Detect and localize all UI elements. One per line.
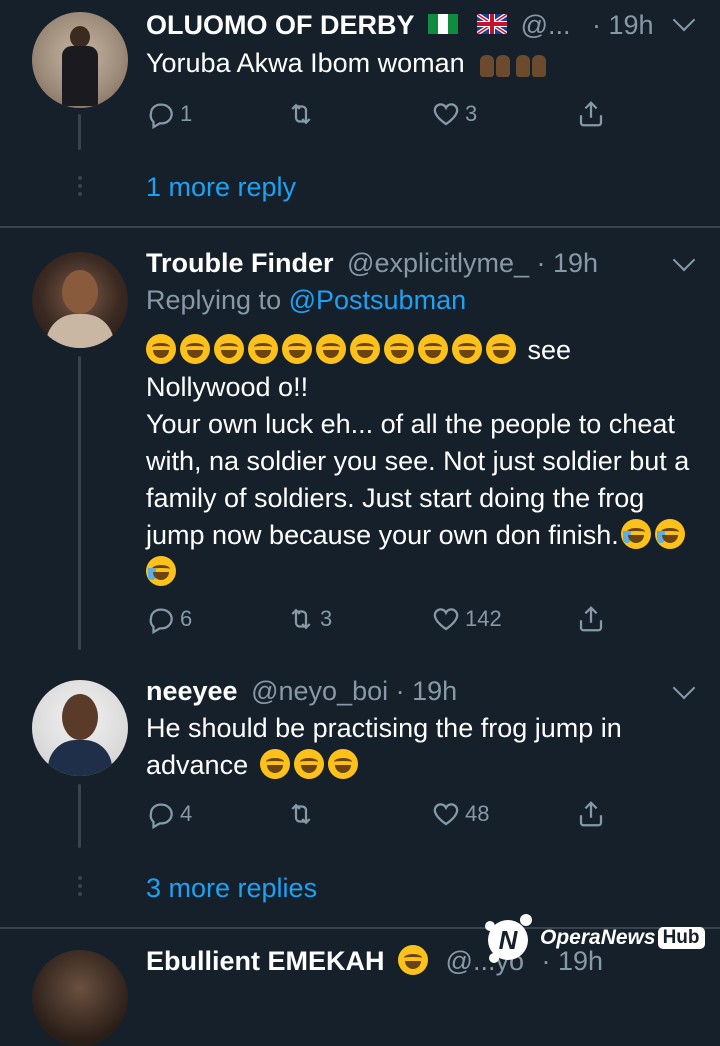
chevron-down-icon[interactable] bbox=[672, 8, 696, 32]
rofl-emoji-icon bbox=[316, 334, 346, 364]
reply-icon bbox=[149, 103, 173, 129]
share-button[interactable] bbox=[576, 601, 606, 637]
share-icon bbox=[579, 801, 603, 827]
reply-button[interactable]: 6 bbox=[146, 601, 192, 637]
rofl-emoji-icon bbox=[486, 334, 516, 364]
chevron-down-icon[interactable] bbox=[672, 248, 696, 272]
rofl-emoji-icon bbox=[146, 334, 176, 364]
like-count: 3 bbox=[465, 101, 478, 126]
share-button[interactable] bbox=[576, 96, 606, 132]
like-count: 48 bbox=[465, 801, 490, 826]
reply-count: 6 bbox=[180, 606, 193, 631]
retweet-button[interactable]: 3 bbox=[286, 601, 332, 637]
grinning-squinting-emoji-icon bbox=[293, 749, 324, 779]
retweet-button[interactable] bbox=[286, 96, 316, 132]
uk-flag-icon bbox=[477, 14, 508, 34]
author-handle: @neyo_boi bbox=[251, 676, 389, 706]
tears-of-joy-emoji-icon bbox=[654, 519, 685, 549]
avatar-trouble-finder[interactable] bbox=[32, 252, 128, 348]
rofl-emoji-icon bbox=[248, 334, 278, 364]
grinning-squinting-emoji-icon bbox=[259, 749, 290, 779]
thread-line bbox=[78, 784, 81, 848]
thread-line bbox=[78, 356, 81, 650]
tweet-time: · 19h bbox=[536, 248, 599, 278]
tweet-text: Yoruba Akwa Ibom woman bbox=[146, 45, 701, 82]
reply-icon bbox=[149, 608, 173, 634]
share-icon bbox=[579, 606, 603, 632]
replying-to: Replying to @Postsubman bbox=[146, 285, 467, 315]
author-handle: @explicitlyme_ bbox=[347, 248, 529, 278]
heart-icon bbox=[433, 803, 459, 826]
retweet-icon bbox=[291, 103, 311, 125]
watermark-brand: OperaNews bbox=[540, 926, 656, 949]
raised-hands-emoji-icon bbox=[478, 47, 514, 77]
author-name[interactable]: OLUOMO OF DERBY @... · 19h bbox=[146, 10, 654, 41]
operanews-watermark: N OperaNews Hub bbox=[480, 910, 705, 966]
raised-hands-emoji-icon bbox=[514, 47, 550, 77]
reply-count: 4 bbox=[180, 801, 193, 826]
heart-icon bbox=[433, 103, 459, 126]
more-replies-link[interactable]: 1 more reply bbox=[146, 172, 296, 203]
tweet-actions: 6 3 142 bbox=[146, 601, 616, 637]
retweet-icon bbox=[291, 608, 311, 630]
like-button[interactable]: 48 bbox=[431, 796, 489, 832]
rofl-emoji-row bbox=[146, 334, 528, 365]
nigeria-flag-icon bbox=[427, 14, 458, 34]
thread-dots bbox=[77, 876, 83, 900]
rofl-emoji-icon bbox=[452, 334, 482, 364]
tweet-text: see Nollywood o!! Your own luck eh... of… bbox=[146, 332, 701, 591]
divider bbox=[0, 226, 720, 228]
like-button[interactable]: 3 bbox=[431, 96, 477, 132]
rofl-emoji-icon bbox=[282, 334, 312, 364]
author-name[interactable]: Trouble Finder @explicitlyme_ · 19h bbox=[146, 248, 598, 279]
rofl-emoji-icon bbox=[350, 334, 380, 364]
avatar-neeyee[interactable] bbox=[32, 680, 128, 776]
watermark-badge: Hub bbox=[657, 927, 705, 949]
retweet-icon bbox=[291, 803, 311, 825]
reply-count: 1 bbox=[180, 101, 193, 126]
share-icon bbox=[579, 101, 603, 127]
svg-text:N: N bbox=[499, 925, 519, 955]
rofl-emoji-icon bbox=[180, 334, 210, 364]
thread-line bbox=[78, 114, 81, 150]
author-handle: @... bbox=[520, 10, 571, 40]
more-replies-link[interactable]: 3 more replies bbox=[146, 873, 317, 904]
reply-button[interactable]: 4 bbox=[146, 796, 192, 832]
retweet-button[interactable] bbox=[286, 796, 316, 832]
avatar-oluomo[interactable] bbox=[32, 12, 128, 108]
tears-of-joy-emoji-icon bbox=[620, 519, 651, 549]
tears-of-joy-emoji-icon bbox=[146, 556, 176, 586]
tweet-text: He should be practising the frog jump in… bbox=[146, 713, 622, 780]
tweet-actions: 4 48 bbox=[146, 796, 616, 832]
grinning-squinting-emoji-icon bbox=[327, 749, 358, 779]
avatar-ebullient-emekah[interactable] bbox=[32, 950, 128, 1046]
retweet-count: 3 bbox=[320, 606, 333, 631]
rofl-emoji-icon bbox=[418, 334, 448, 364]
smiling-emoji-icon bbox=[398, 945, 429, 975]
tweet-actions: 1 3 bbox=[146, 96, 616, 132]
operanews-logo-icon: N bbox=[485, 914, 532, 963]
rofl-emoji-icon bbox=[214, 334, 244, 364]
like-button[interactable]: 142 bbox=[431, 601, 502, 637]
rofl-emoji-icon bbox=[384, 334, 414, 364]
tweet-time: · 19h bbox=[592, 10, 654, 40]
replying-to-link[interactable]: @Postsubman bbox=[289, 285, 467, 315]
chevron-down-icon[interactable] bbox=[672, 676, 696, 700]
reply-icon bbox=[149, 803, 173, 829]
thread-dots bbox=[77, 176, 83, 200]
heart-icon bbox=[433, 608, 459, 631]
share-button[interactable] bbox=[576, 796, 606, 832]
reply-button[interactable]: 1 bbox=[146, 96, 192, 132]
author-name[interactable]: neeyee @neyo_boi · 19h bbox=[146, 676, 457, 707]
like-count: 142 bbox=[465, 606, 502, 631]
tweet-time: · 19h bbox=[395, 676, 458, 706]
